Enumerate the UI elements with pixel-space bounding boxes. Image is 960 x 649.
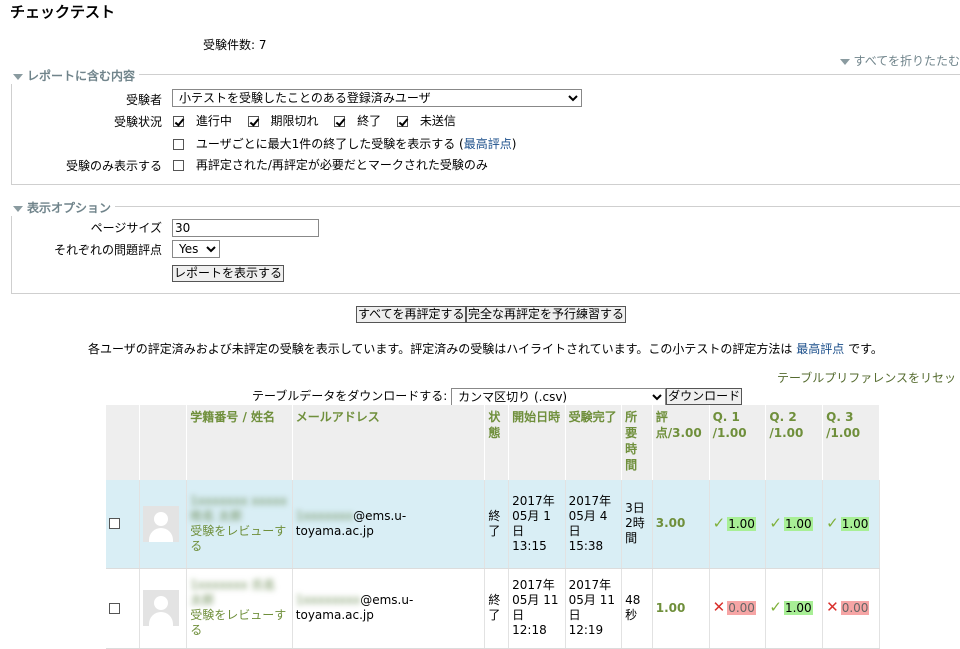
report-legend[interactable]: レポートに含む内容 [11, 67, 140, 84]
q2-mark[interactable]: 1.00 [783, 601, 813, 615]
q2-column-header[interactable]: Q. 2 /1.00 [765, 405, 824, 480]
q2-mark[interactable]: 1.00 [783, 516, 813, 531]
row-select-checkbox[interactable] [109, 602, 120, 614]
page-size-label: ページサイズ [90, 221, 162, 235]
best-attempt-row: ユーザごとに最大1件の終了した受験を表示する (最高評点) [173, 135, 516, 152]
grade-method-link[interactable]: 最高評点 [796, 342, 844, 356]
picture-column-header [139, 405, 188, 480]
show-report-button[interactable]: レポートを表示する [172, 265, 285, 282]
download-format-select[interactable]: カンマ区切り (.csv) [451, 387, 667, 406]
collapse-all-link[interactable]: すべてを折りたたむ [839, 52, 960, 69]
reset-prefs-link[interactable]: テーブルプリファレンスをリセットする [777, 369, 960, 386]
marks-label: それぞれの問題評点 [53, 243, 162, 257]
completed-column-header[interactable]: 受験完了 [565, 405, 623, 480]
state-options: 進行中 期限切れ 終了 未送信 [173, 112, 456, 129]
student-name[interactable]: 1xxxxxxx 氏名 太郎 [190, 578, 289, 608]
completed-time: 2017年 05月 4日 15:38 [565, 480, 623, 569]
correct-icon: ✓ [769, 598, 782, 616]
expand-triangle-icon [13, 73, 23, 80]
grade-column-header[interactable]: 評点/3.00 [652, 405, 710, 480]
page-title: チェックテスト [10, 3, 116, 21]
only-regraded-checkbox[interactable] [173, 160, 184, 171]
collapse-triangle-icon [839, 58, 850, 65]
state-abandoned-checkbox[interactable] [397, 116, 409, 127]
duration: 3日 2時間 [621, 480, 653, 569]
q1-mark[interactable]: 1.00 [727, 516, 756, 531]
q3-mark[interactable]: 0.00 [840, 601, 870, 615]
grade-link[interactable]: 3.00 [652, 480, 710, 569]
email-column-header[interactable]: メールアドレス [292, 405, 486, 480]
email-local-part: 1xxxxxxx [295, 508, 354, 523]
state-inprogress-label: 進行中 [195, 114, 232, 128]
only-regraded-row: 再評定された/再評定が必要だとマークされた受験のみ [173, 156, 488, 173]
download-row: テーブルデータをダウンロードする: カンマ区切り (.csv) ダウンロード [252, 387, 743, 406]
state-abandoned-label: 未送信 [419, 114, 456, 128]
email-local-part: 1xxxxxxxx [295, 593, 361, 607]
state-overdue-checkbox[interactable] [247, 116, 259, 127]
state-label: 受験状況 [113, 115, 162, 129]
grade-link[interactable]: 1.00 [652, 568, 710, 649]
q1-column-header[interactable]: Q. 1 /1.00 [709, 405, 767, 480]
correct-icon: ✓ [769, 513, 782, 532]
marks-select[interactable]: Yes [172, 240, 220, 258]
best-grade-link[interactable]: 最高評点 [464, 137, 512, 151]
download-label: テーブルデータをダウンロードする: [252, 389, 448, 403]
review-attempt-link[interactable]: 受験をレビューする [190, 608, 289, 638]
started-time: 2017年 05月 11日 12:18 [508, 568, 566, 649]
name-column-header[interactable]: 学籍番号 / 姓名 [186, 405, 293, 480]
state-inprogress-checkbox[interactable] [173, 116, 184, 127]
duration-column-header[interactable]: 所要時間 [621, 405, 653, 480]
correct-icon: ✓ [826, 513, 839, 532]
expand-triangle-icon [13, 205, 23, 212]
started-time: 2017年 05月 1日 13:15 [508, 480, 566, 569]
regrade-all-button[interactable]: すべてを再評定する [356, 306, 467, 323]
dry-run-button[interactable]: 完全な再評定を予行練習する [466, 306, 627, 323]
student-name[interactable]: 1xxxxxxx xxxxx 姓名 太郎 [190, 494, 289, 524]
info-text: 各ユーザの評定済みおよび未評定の受験を表示しています。評定済みの受験はハイライト… [88, 342, 883, 356]
avatar[interactable] [143, 505, 180, 542]
incorrect-icon: ✕ [826, 598, 839, 616]
attempt-state: 終了 [484, 568, 510, 649]
state-finished-label: 終了 [357, 114, 382, 128]
attempt-state: 終了 [484, 480, 510, 569]
started-column-header[interactable]: 開始日時 [508, 405, 566, 480]
select-column-header [106, 405, 141, 480]
q1-mark[interactable]: 0.00 [727, 601, 756, 615]
completed-time: 2017年 05月 11日 12:19 [565, 568, 623, 649]
only-regraded-label: 受験のみ表示する [65, 159, 162, 173]
table-row: 1xxxxxxx 氏名 太郎 受験をレビューする 1xxxxxxxx@ems.u-… [106, 568, 880, 649]
avatar[interactable] [143, 590, 180, 626]
best-attempt-checkbox[interactable] [173, 139, 184, 150]
table-row: 1xxxxxxx xxxxx 姓名 太郎 受験をレビューする 1xxxxxxx@e… [106, 480, 880, 569]
q3-mark[interactable]: 1.00 [840, 516, 870, 531]
display-legend[interactable]: 表示オプション [11, 199, 116, 216]
attempts-from-label: 受験者 [125, 93, 162, 107]
q3-column-header[interactable]: Q. 3 /1.00 [822, 405, 880, 480]
incorrect-icon: ✕ [712, 598, 726, 616]
correct-icon: ✓ [712, 513, 726, 532]
page-size-input[interactable] [172, 219, 319, 237]
attempts-table: 学籍番号 / 姓名 メールアドレス 状態 開始日時 受験完了 所要時間 評点/3… [106, 405, 880, 649]
attempts-from-select[interactable]: 小テストを受験したことのある登録済みユーザ [172, 89, 582, 107]
state-finished-checkbox[interactable] [334, 116, 346, 127]
row-select-checkbox[interactable] [109, 518, 120, 530]
attempt-count: 受験件数: 7 [203, 38, 267, 52]
download-button[interactable]: ダウンロード [666, 388, 743, 405]
state-column-header[interactable]: 状態 [484, 405, 510, 480]
duration: 48秒 [621, 568, 653, 649]
state-overdue-label: 期限切れ [270, 114, 319, 128]
review-attempt-link[interactable]: 受験をレビューする [190, 524, 289, 554]
